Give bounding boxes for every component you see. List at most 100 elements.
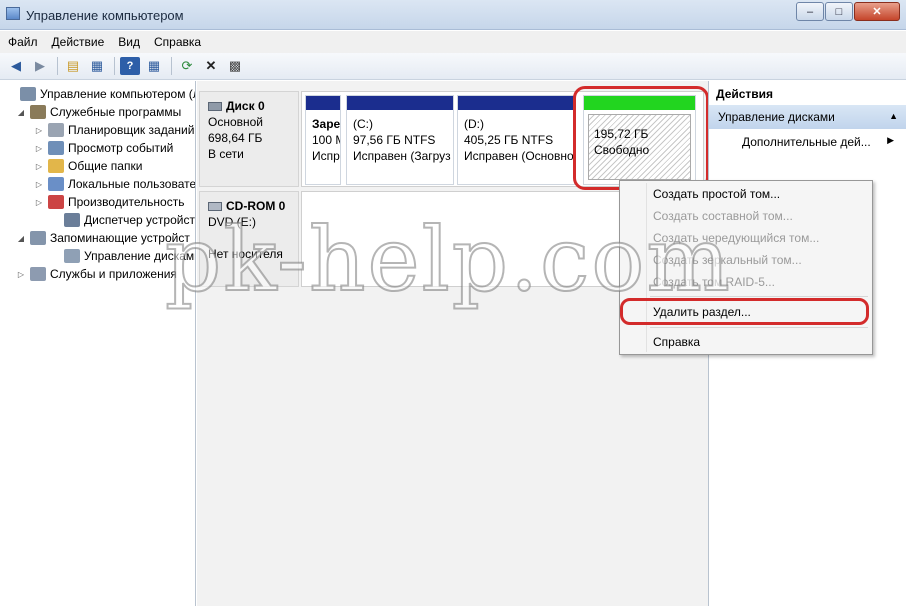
event-viewer-icon (48, 141, 64, 155)
performance-icon (48, 195, 64, 209)
tree-item-label: Служебные программы (50, 105, 182, 119)
console-tree: Управление компьютером (л ◢ Служебные прог… (0, 81, 196, 606)
back-icon[interactable]: ◀ (6, 57, 26, 75)
disk-0-size: 698,64 ГБ (208, 131, 263, 145)
expand-arrow-icon[interactable]: ▷ (34, 180, 44, 189)
menu-gutter (646, 183, 647, 352)
tree-item-label: Общие папки (68, 159, 143, 173)
expand-arrow-icon[interactable]: ▷ (34, 144, 44, 153)
show-hide-tree-icon[interactable]: ▦ (87, 57, 107, 75)
tree-item[interactable]: ▷ Локальные пользовате (34, 175, 196, 193)
partition-reserved[interactable]: Заре 100 М Испр (305, 95, 341, 185)
menu-item-create-mirrored-volume[interactable]: Создать зеркальный том... (653, 253, 802, 267)
maximize-button[interactable]: □ (825, 2, 853, 21)
submenu-arrow-icon: ▶ (887, 135, 894, 145)
expand-arrow-icon[interactable]: ▷ (16, 270, 26, 279)
computer-management-icon (20, 87, 36, 101)
properties-icon[interactable]: ▩ (225, 57, 245, 75)
tree-item[interactable]: ▷ Просмотр событий (34, 139, 173, 157)
menu-item-help[interactable]: Справка (653, 335, 700, 349)
up-folder-icon[interactable]: ▤ (63, 57, 83, 75)
tree-item-label: Диспетчер устройств (84, 213, 196, 227)
forward-icon[interactable]: ▶ (30, 57, 50, 75)
window-controls: – □ ✕ (795, 2, 900, 21)
cdrom-0-info[interactable]: CD-ROM 0 DVD (E:) Нет носителя (199, 191, 299, 287)
menu-item-create-striped-volume[interactable]: Создать чередующийся том... (653, 231, 819, 245)
tree-item-label: Локальные пользовате (68, 177, 196, 191)
toolbar-divider (114, 57, 115, 75)
partition-size: 100 М (312, 133, 340, 147)
partition-c[interactable]: (C:) 97,56 ГБ NTFS Исправен (Загруз (346, 95, 454, 185)
shared-folder-icon (48, 159, 64, 173)
menu-bar: Файл Действие Вид Справка (0, 31, 906, 53)
expand-arrow-icon[interactable]: ▷ (34, 162, 44, 171)
tree-item[interactable]: ▷ Общие папки (34, 157, 142, 175)
menu-view[interactable]: Вид (118, 35, 140, 49)
tree-item[interactable]: ◢ Запоминающие устройст (16, 229, 190, 247)
menu-item-create-raid5-volume[interactable]: Создать том RAID-5... (653, 275, 775, 289)
toolbar-divider (57, 57, 58, 75)
tree-item[interactable]: ▷ Планировщик заданий (34, 121, 194, 139)
expand-arrow-icon[interactable]: ▷ (34, 126, 44, 135)
partition-free-space[interactable]: 195,72 ГБ Свободно (583, 95, 696, 185)
disk-0-partitions: Заре 100 М Испр (C:) 97,56 ГБ NTFS Исправен … (301, 91, 704, 187)
show-hide-action-pane-icon[interactable]: ▦ (144, 57, 164, 75)
menu-separator (650, 327, 868, 328)
partition-size: 97,56 ГБ NTFS (353, 133, 436, 147)
help-icon[interactable]: ? (120, 57, 140, 75)
tree-item-label: Производительность (68, 195, 185, 209)
partition-bar (306, 96, 340, 110)
tree-item[interactable]: ◢ Служебные программы (16, 103, 181, 121)
tree-item-label: Управление компьютером (л (40, 87, 196, 101)
collapse-arrow-icon[interactable]: ◢ (16, 234, 26, 243)
expand-arrow-icon[interactable]: ▷ (34, 198, 44, 207)
partition-status: Исправен (Основно (464, 149, 574, 163)
menu-help[interactable]: Справка (154, 35, 201, 49)
partition-bar (347, 96, 453, 110)
actions-section[interactable]: Управление дисками ▲ (709, 105, 906, 129)
tree-item[interactable]: Управление дисками (50, 247, 196, 265)
menu-item-create-simple-volume[interactable]: Создать простой том... (653, 187, 780, 201)
disk-icon (208, 102, 222, 112)
cdrom-0-status: Нет носителя (208, 247, 283, 261)
window-title: Управление компьютером (26, 8, 184, 23)
collapse-caret-icon[interactable]: ▲ (889, 111, 898, 121)
partition-d[interactable]: (D:) 405,25 ГБ NTFS Исправен (Основно (457, 95, 575, 185)
partition-label: (C:) (353, 117, 373, 131)
tree-item[interactable]: ▷ Производительность (34, 193, 184, 211)
minimize-button[interactable]: – (796, 2, 824, 21)
free-space-size: 195,72 ГБ (594, 127, 649, 141)
tree-item-label: Управление дисками (84, 249, 196, 263)
menu-action[interactable]: Действие (52, 35, 105, 49)
actions-header: Действия (709, 81, 906, 105)
device-manager-icon (64, 213, 80, 227)
collapse-arrow-icon[interactable]: ◢ (16, 108, 26, 117)
more-actions[interactable]: Дополнительные дей... ▶ (709, 129, 906, 153)
storage-icon (30, 231, 46, 245)
menu-item-delete-partition[interactable]: Удалить раздел... (653, 305, 751, 319)
disk-0-name: Диск 0 (226, 99, 265, 113)
partition-status: Испр (312, 149, 340, 163)
partition-label: Заре (312, 117, 341, 131)
partition-status: Исправен (Загруз (353, 149, 451, 163)
menu-file[interactable]: Файл (8, 35, 38, 49)
menu-item-create-spanned-volume[interactable]: Создать составной том... (653, 209, 793, 223)
partition-label: (D:) (464, 117, 484, 131)
tree-item-label: Службы и приложения (50, 267, 177, 281)
tree-item-label: Планировщик заданий (68, 123, 195, 137)
tree-item[interactable]: ▷ Службы и приложения (16, 265, 177, 283)
tools-icon (30, 105, 46, 119)
partition-size: 405,25 ГБ NTFS (464, 133, 554, 147)
toolbar-divider (171, 57, 172, 75)
disk-0-info[interactable]: Диск 0 Основной 698,64 ГБ В сети (199, 91, 299, 187)
tree-item-label: Запоминающие устройст (50, 231, 190, 245)
users-icon (48, 177, 64, 191)
services-icon (30, 267, 46, 281)
tree-item[interactable]: Диспетчер устройств (50, 211, 196, 229)
delete-icon[interactable]: ✕ (201, 57, 221, 75)
tree-item[interactable]: Управление компьютером (л (6, 85, 196, 103)
more-actions-label: Дополнительные дей... (742, 135, 871, 149)
refresh-icon[interactable]: ⟳ (177, 57, 197, 75)
close-button[interactable]: ✕ (854, 2, 900, 21)
cdrom-0-name: CD-ROM 0 (226, 199, 286, 213)
